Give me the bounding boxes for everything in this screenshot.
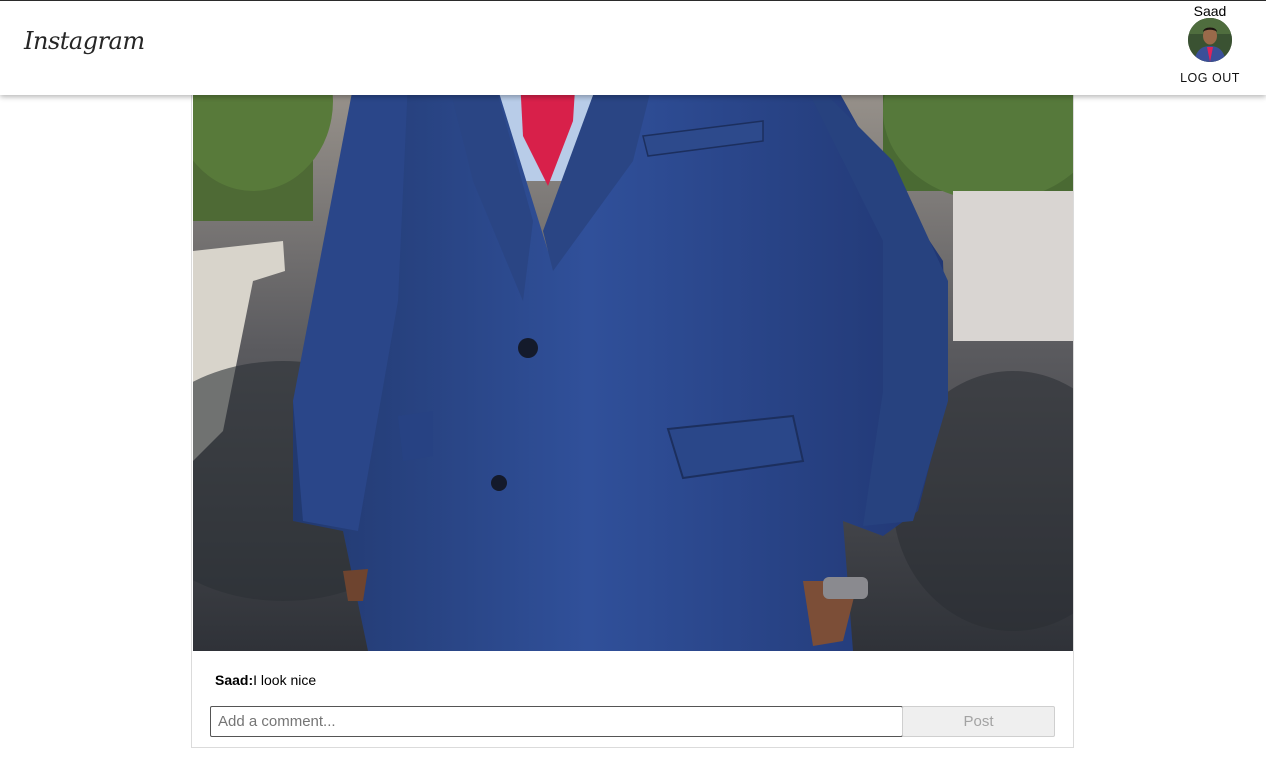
post-comment-button[interactable]: Post: [902, 706, 1055, 737]
post-caption: Saad:I look nice: [215, 672, 316, 688]
comment-input[interactable]: [210, 706, 903, 737]
user-menu: Saad LOG OUT: [1170, 1, 1250, 96]
app-header: Instagram Saad LOG OUT: [0, 0, 1266, 95]
user-name: Saad: [1193, 3, 1227, 19]
suit-photo: [193, 41, 1073, 651]
caption-username[interactable]: Saad:: [215, 672, 253, 688]
post-card: Saad:I look nice Post: [191, 40, 1074, 748]
post-image[interactable]: [193, 41, 1073, 651]
caption-text: I look nice: [253, 672, 317, 688]
avatar[interactable]: [1188, 18, 1232, 62]
avatar-image: [1188, 18, 1232, 62]
logout-button[interactable]: LOG OUT: [1170, 71, 1250, 85]
instagram-logo[interactable]: Instagram: [24, 27, 145, 55]
